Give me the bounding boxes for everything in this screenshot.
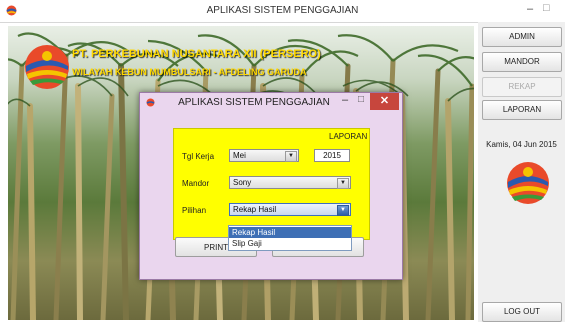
company-logo-small [507, 162, 549, 204]
minimize-button[interactable]: – [527, 3, 533, 15]
month-value: Mei [233, 151, 246, 160]
chevron-down-icon[interactable]: ▼ [337, 178, 349, 189]
company-subtitle: WILAYAH KEBUN MUMBULSARI - AFDELING GARU… [72, 67, 307, 77]
maximize-button[interactable]: □ [543, 2, 550, 14]
laporan-panel: LAPORAN Tgl Kerja Mei ▼ 2015 Mandor Sony… [173, 128, 370, 240]
pilihan-dropdown-list: Rekap Hasil Slip Gaji [228, 225, 352, 251]
company-name: PT. PERKEBUNAN NUSANTARA XII (PERSERO) [72, 48, 321, 60]
dropdown-option-rekap-hasil[interactable]: Rekap Hasil [229, 227, 351, 238]
company-logo [25, 45, 69, 89]
mandor-select[interactable]: Sony ▼ [229, 176, 351, 189]
pilihan-select[interactable]: Rekap Hasil ▼ [229, 203, 351, 216]
chevron-down-icon[interactable]: ▼ [337, 205, 349, 216]
mandor-label: Mandor [182, 179, 210, 188]
dialog-minimize-button[interactable]: – [342, 94, 348, 106]
mandor-button[interactable]: MANDOR [482, 52, 562, 72]
window-title: APLIKASI SISTEM PENGGAJIAN [206, 5, 359, 16]
dialog-maximize-button[interactable]: □ [358, 94, 364, 105]
admin-button[interactable]: ADMIN [482, 27, 562, 47]
chevron-down-icon[interactable]: ▼ [285, 151, 297, 162]
pilihan-value: Rekap Hasil [233, 205, 277, 214]
logout-button[interactable]: LOG OUT [482, 302, 562, 322]
laporan-dialog: APLIKASI SISTEM PENGGAJIAN – □ ✕ LAPORAN… [139, 92, 403, 280]
dialog-title: APLIKASI SISTEM PENGGAJIAN [178, 97, 330, 108]
year-input[interactable]: 2015 [314, 149, 350, 162]
rekap-button[interactable]: REKAP [482, 77, 562, 97]
tgl-kerja-label: Tgl Kerja [182, 152, 215, 161]
laporan-button[interactable]: LAPORAN [482, 100, 562, 120]
dialog-close-button[interactable]: ✕ [370, 93, 399, 110]
pilihan-label: Pilihan [182, 206, 207, 215]
panel-heading: LAPORAN [329, 132, 368, 141]
current-date: Kamis, 04 Jun 2015 [486, 140, 557, 149]
month-select[interactable]: Mei ▼ [229, 149, 299, 162]
dropdown-option-slip-gaji[interactable]: Slip Gaji [229, 238, 351, 249]
mandor-value: Sony [233, 178, 252, 187]
